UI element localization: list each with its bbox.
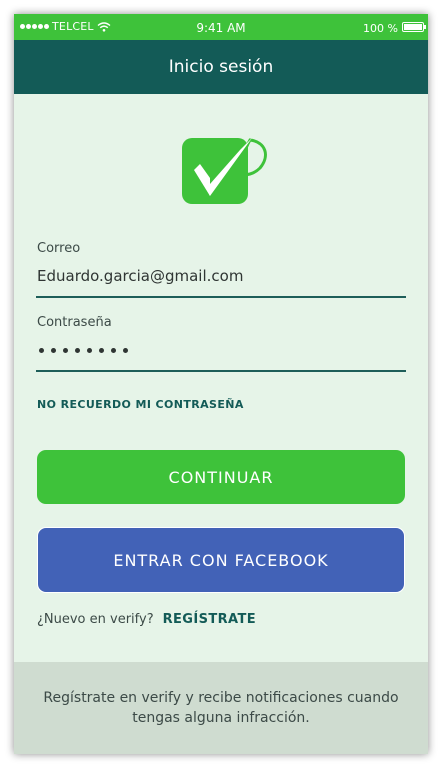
continue-button[interactable]: CONTINUAR [37, 450, 405, 504]
nav-bar: Inicio sesión [14, 40, 428, 94]
page-title: Inicio sesión [168, 57, 274, 77]
facebook-login-button[interactable]: ENTRAR CON FACEBOOK [37, 527, 405, 593]
email-field[interactable]: Eduardo.garcia@gmail.com [37, 267, 243, 285]
battery-icon [402, 22, 426, 32]
verify-checkmark-logo [182, 138, 267, 204]
password-field[interactable] [39, 348, 128, 353]
continue-button-label: CONTINUAR [168, 467, 274, 487]
signup-link[interactable]: REGÍSTRATE [163, 612, 256, 627]
status-bar: TELCEL 9:41 AM 100 % [14, 14, 428, 40]
signup-prompt: ¿Nuevo en verify? [37, 612, 154, 627]
facebook-button-label: ENTRAR CON FACEBOOK [113, 550, 329, 570]
password-label: Contraseña [37, 315, 112, 330]
signup-row: ¿Nuevo en verify? REGÍSTRATE [37, 612, 256, 627]
footer-banner: Regístrate en verify y recibe notificaci… [14, 662, 428, 754]
email-underline [36, 296, 406, 298]
battery-percent: 100 % [363, 22, 398, 35]
forgot-password-link[interactable]: NO RECUERDO MI CONTRASEÑA [37, 398, 244, 411]
phone-screen: TELCEL 9:41 AM 100 % Inicio sesión Corre… [14, 14, 428, 754]
password-underline [36, 370, 406, 372]
status-right: 100 % [363, 20, 426, 35]
email-label: Correo [37, 241, 81, 256]
footer-text: Regístrate en verify y recibe notificaci… [43, 690, 399, 726]
